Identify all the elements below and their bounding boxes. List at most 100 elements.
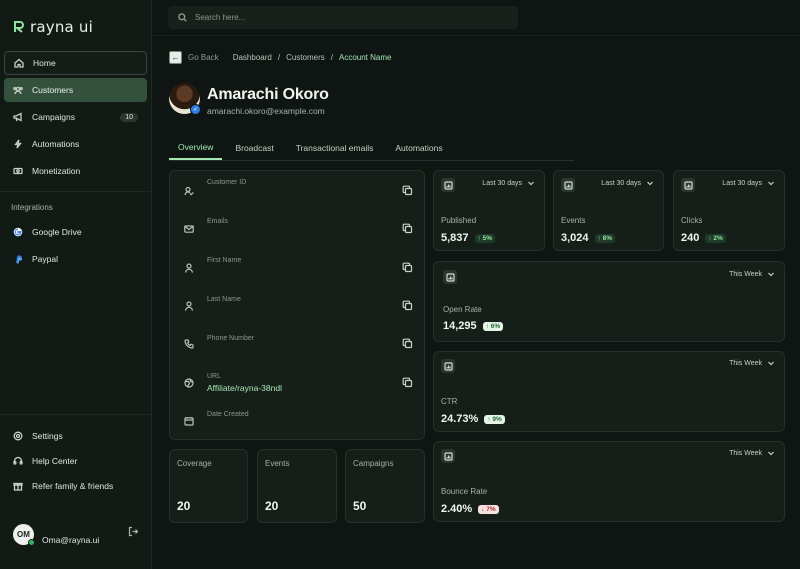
copy-icon[interactable] [402, 300, 413, 311]
nav-item-paypal[interactable]: Paypal [4, 247, 147, 271]
copy-icon[interactable] [402, 338, 413, 349]
back-button[interactable]: ← [169, 51, 182, 64]
period-dropdown[interactable]: This Week [729, 359, 775, 367]
nav-item-refer[interactable]: Refer family & friends [4, 474, 147, 498]
search-bar[interactable] [168, 6, 518, 29]
nav-item-help-center[interactable]: Help Center [4, 449, 147, 473]
field-url-value[interactable]: Affiliate/rayna-38ndl [207, 383, 282, 393]
chevron-down-icon [768, 272, 774, 277]
tab-automations[interactable]: Automations [386, 136, 451, 160]
customer-details-card: Customer ID Emails First Name Last Name … [169, 170, 425, 440]
period-label: Last 30 days [722, 179, 762, 187]
change-badge: ↑ 9% [484, 414, 505, 424]
period-label: This Week [729, 449, 762, 457]
period-dropdown[interactable]: Last 30 days [482, 179, 535, 187]
field-emails: Emails [181, 218, 413, 250]
online-status-dot [28, 538, 35, 546]
header-divider [152, 35, 800, 36]
copy-icon[interactable] [402, 223, 413, 234]
user-email: Oma@rayna.ui [42, 535, 100, 545]
period-dropdown[interactable]: Last 30 days [722, 179, 775, 187]
avatar-initials: OM [17, 529, 30, 539]
change-badge: ↑ 2% [705, 233, 726, 243]
field-label: Last Name [207, 296, 241, 303]
field-label: Customer ID [207, 179, 247, 186]
stat-value: 240 [681, 232, 700, 244]
nav-item-google-drive[interactable]: Google Drive [4, 220, 147, 244]
chart-icon [681, 178, 695, 192]
stat-value-row: 240 ↑ 2% [681, 232, 726, 244]
nav-item-monetization[interactable]: Monetization [4, 159, 147, 183]
stat-value: 3,024 [561, 232, 589, 244]
copy-icon[interactable] [402, 262, 413, 273]
user-icon [184, 301, 194, 311]
go-back-link[interactable]: Go Back [188, 53, 219, 62]
bounce-rate-card: This Week Bounce Rate 2.40% ↓ 7% [433, 441, 785, 522]
sidebar-divider [0, 191, 152, 192]
nav-item-label: Settings [32, 431, 63, 441]
period-dropdown[interactable]: This Week [729, 449, 775, 457]
nav-item-label: Paypal [32, 254, 58, 264]
customer-name: Amarachi Okoro [207, 86, 329, 103]
stat-label: Bounce Rate [441, 487, 488, 496]
search-input[interactable] [195, 13, 495, 22]
breadcrumb-dashboard[interactable]: Dashboard [233, 53, 272, 62]
events-stat-card: Last 30 days Events 3,024 ↑ 8% [553, 170, 664, 251]
stat-label: Campaigns [353, 459, 394, 468]
period-dropdown[interactable]: This Week [729, 270, 775, 278]
app-logo[interactable]: rayna ui [13, 18, 93, 36]
integrations-heading: Integrations [11, 203, 53, 212]
change-badge: ↑ 8% [594, 233, 615, 243]
change-badge: ↑ 5% [474, 233, 495, 243]
stat-value: 20 [265, 499, 279, 513]
breadcrumb-separator: / [330, 53, 333, 62]
copy-icon[interactable] [402, 185, 413, 196]
field-label: Emails [207, 218, 229, 225]
stat-value: 5,837 [441, 232, 469, 244]
lightning-icon [14, 139, 22, 149]
nav-item-home[interactable]: Home [4, 51, 147, 75]
stat-label: Published [441, 216, 477, 225]
nav-item-campaigns[interactable]: Campaigns 10 [4, 105, 147, 129]
stat-value: 14,295 [443, 320, 477, 332]
stat-value-row: 3,024 ↑ 8% [561, 232, 615, 244]
period-label: This Week [729, 359, 762, 367]
logout-icon[interactable] [128, 526, 139, 537]
field-first-name: First Name [181, 257, 413, 289]
logo-icon [14, 21, 24, 33]
tab-overview[interactable]: Overview [169, 136, 223, 160]
breadcrumb-customers[interactable]: Customers [286, 53, 325, 62]
campaigns-count-badge: 10 [120, 112, 138, 122]
arrow-left-icon: ← [171, 52, 180, 62]
period-label: This Week [729, 270, 762, 278]
clicks-card: Last 30 days Clicks 240 ↑ 2% [673, 170, 785, 251]
nav-item-label: Monetization [32, 166, 81, 176]
events-card: Events 20 [257, 449, 337, 523]
stat-value-row: 14,295 ↑ 6% [443, 320, 504, 332]
field-last-name: Last Name [181, 296, 413, 328]
tab-transactional-emails[interactable]: Transactional emails [287, 136, 383, 160]
field-customer-id: Customer ID [181, 179, 413, 211]
nav-item-automations[interactable]: Automations [4, 132, 147, 156]
nav-item-customers[interactable]: Customers [4, 78, 147, 102]
user-profile[interactable]: OM Oma@rayna.ui [13, 523, 143, 546]
change-badge: ↓ 7% [478, 504, 499, 514]
published-card: Last 30 days Published 5,837 ↑ 5% [433, 170, 545, 251]
sidebar: rayna ui Home Customers Campaigns 10 Aut… [0, 0, 152, 569]
chart-icon [441, 359, 455, 373]
period-dropdown[interactable]: Last 30 days [601, 179, 654, 187]
google-drive-icon [13, 227, 23, 237]
chevron-down-icon [528, 181, 534, 186]
nav-item-settings[interactable]: Settings [4, 424, 147, 448]
stat-label: CTR [441, 397, 458, 406]
chart-icon [443, 270, 457, 284]
ctr-card: This Week CTR 24.73% ↑ 9% [433, 351, 785, 432]
stat-label: Events [265, 459, 290, 468]
copy-icon[interactable] [402, 377, 413, 388]
integrations-nav: Google Drive Paypal [4, 220, 147, 274]
avatar: OM [13, 523, 35, 546]
tab-broadcast[interactable]: Broadcast [226, 136, 282, 160]
chart-icon [441, 178, 455, 192]
field-label: Phone Number [207, 335, 255, 342]
stat-value: 20 [177, 499, 191, 513]
